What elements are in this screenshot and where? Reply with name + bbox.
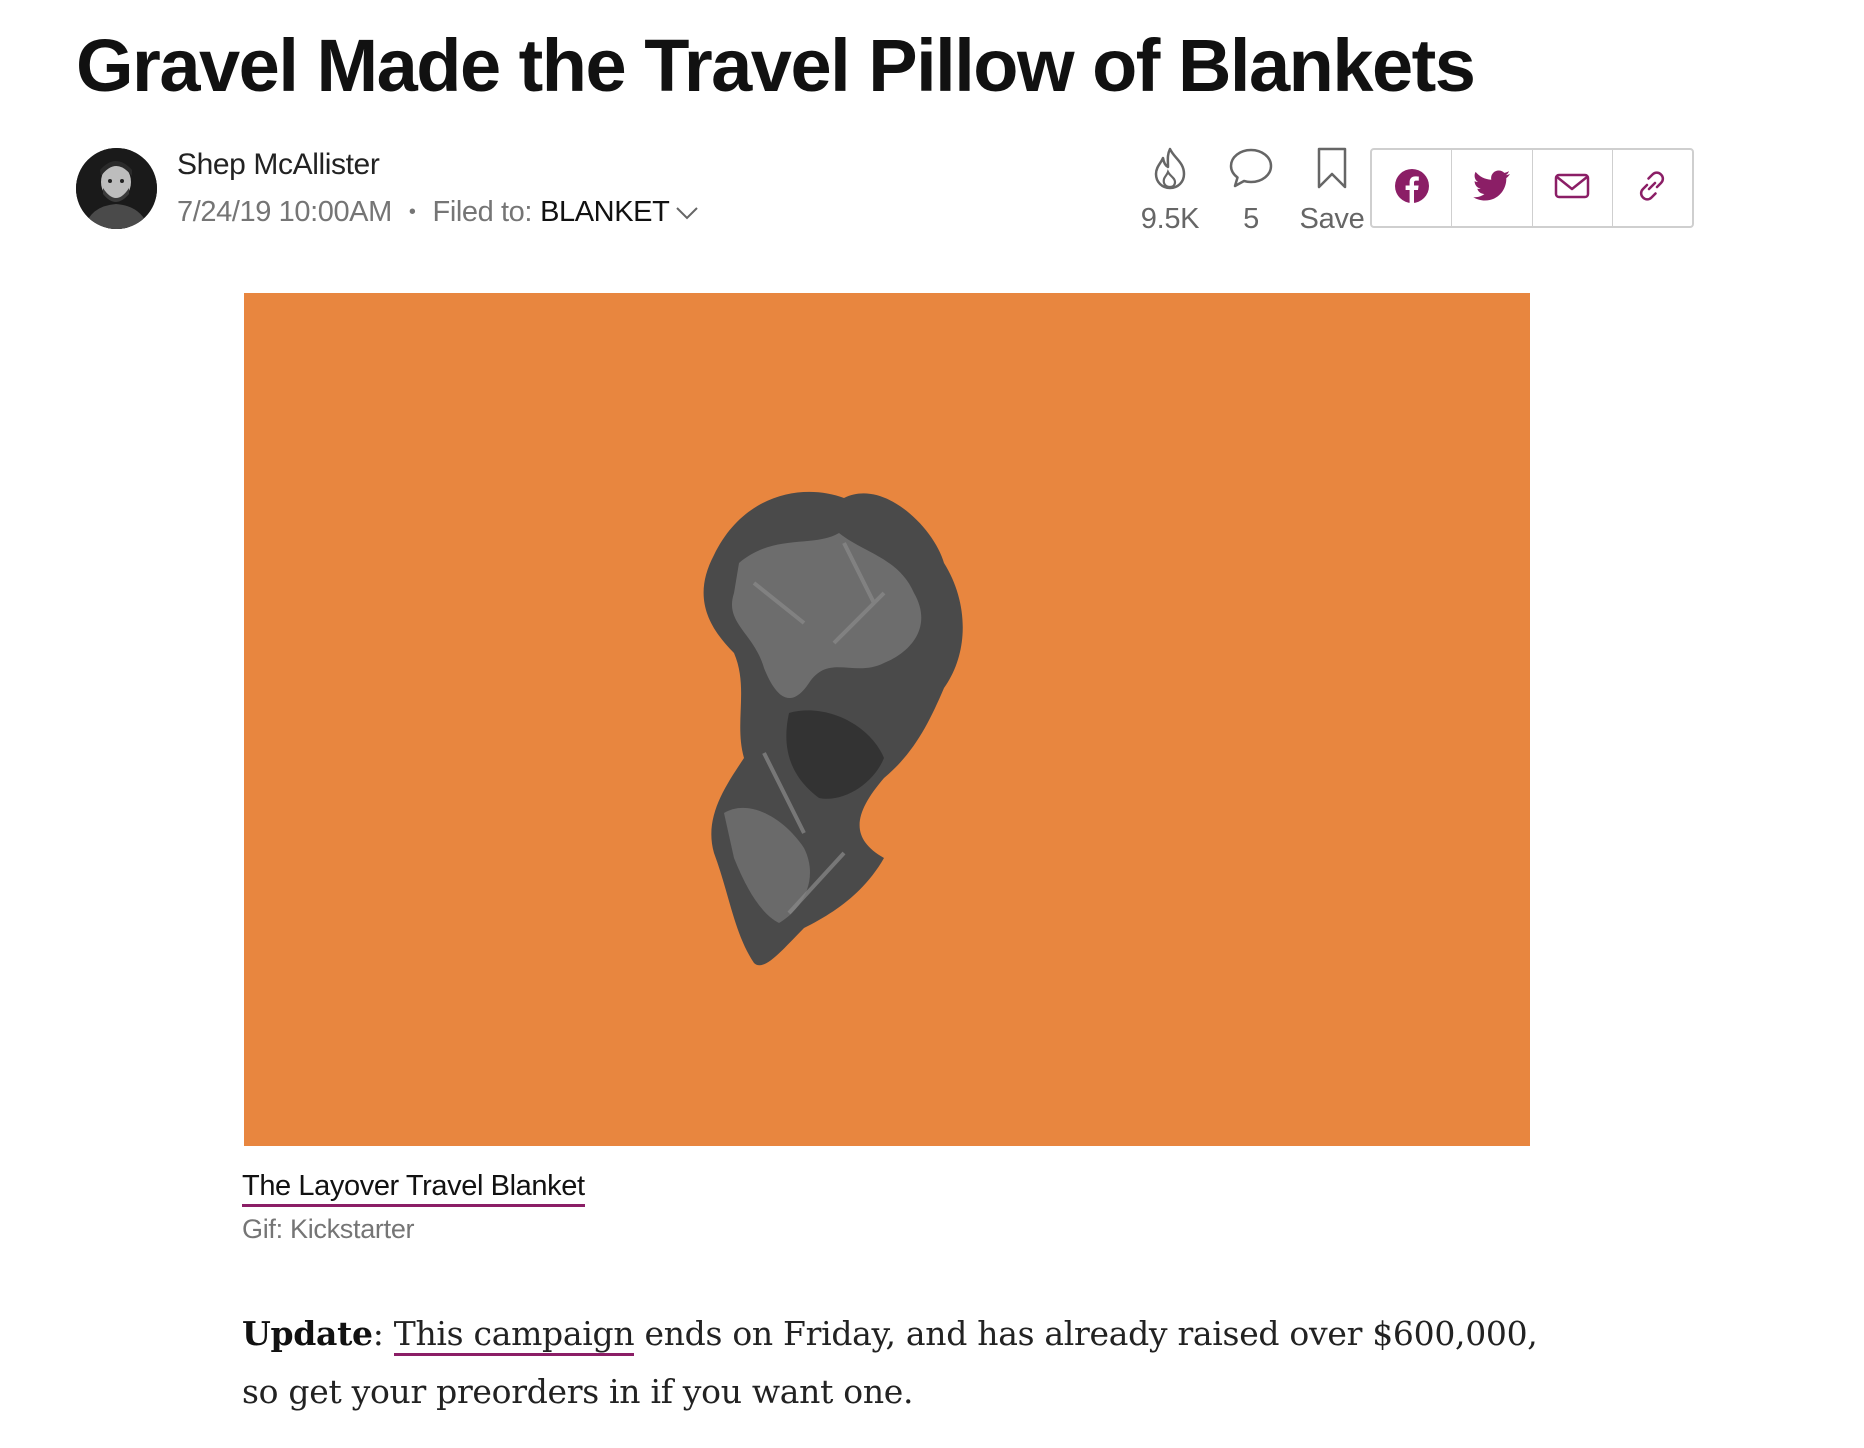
comment-bubble-icon bbox=[1228, 146, 1274, 195]
save-stat[interactable]: Save bbox=[1292, 146, 1372, 236]
views-stat[interactable]: 9.5K bbox=[1130, 146, 1210, 236]
share-toolbar bbox=[1370, 148, 1694, 228]
figure-caption-credit: Gif: Kickstarter bbox=[242, 1214, 415, 1244]
filed-tag-link[interactable]: BLANKET bbox=[540, 196, 670, 229]
article-headline: Gravel Made the Travel Pillow of Blanket… bbox=[76, 24, 1476, 107]
article-paragraph: Update: This campaign ends on Friday, an… bbox=[242, 1305, 1572, 1421]
publish-timestamp[interactable]: 7/24/19 10:00AM bbox=[177, 196, 392, 229]
campaign-link[interactable]: This campaign bbox=[393, 1314, 635, 1356]
meta-separator: • bbox=[408, 201, 416, 223]
save-label: Save bbox=[1299, 203, 1365, 235]
author-avatar[interactable] bbox=[76, 148, 157, 229]
article-meta: 7/24/19 10:00AM • Filed to: BLANKET bbox=[177, 196, 699, 229]
chevron-down-icon[interactable] bbox=[675, 205, 699, 221]
twitter-share-button[interactable] bbox=[1452, 150, 1533, 226]
twitter-icon bbox=[1473, 170, 1511, 207]
figure-caption-title-link[interactable]: The Layover Travel Blanket bbox=[242, 1170, 585, 1207]
facebook-icon bbox=[1394, 168, 1430, 209]
author-name[interactable]: Shep McAllister bbox=[177, 148, 380, 182]
link-icon bbox=[1634, 168, 1670, 209]
flame-icon bbox=[1152, 146, 1188, 195]
comments-count: 5 bbox=[1243, 203, 1259, 235]
comments-stat[interactable]: 5 bbox=[1211, 146, 1291, 236]
update-label: Update bbox=[242, 1314, 373, 1353]
update-colon: : bbox=[372, 1314, 394, 1353]
bookmark-icon bbox=[1314, 146, 1350, 195]
email-share-button[interactable] bbox=[1533, 150, 1613, 226]
filed-label: Filed to: bbox=[432, 196, 533, 228]
article-hero-gif[interactable] bbox=[244, 293, 1530, 1146]
views-count: 9.5K bbox=[1140, 203, 1200, 235]
email-icon bbox=[1554, 172, 1590, 205]
copy-link-button[interactable] bbox=[1613, 150, 1692, 226]
facebook-share-button[interactable] bbox=[1372, 150, 1453, 226]
crumpled-blanket-image bbox=[244, 293, 1530, 1146]
